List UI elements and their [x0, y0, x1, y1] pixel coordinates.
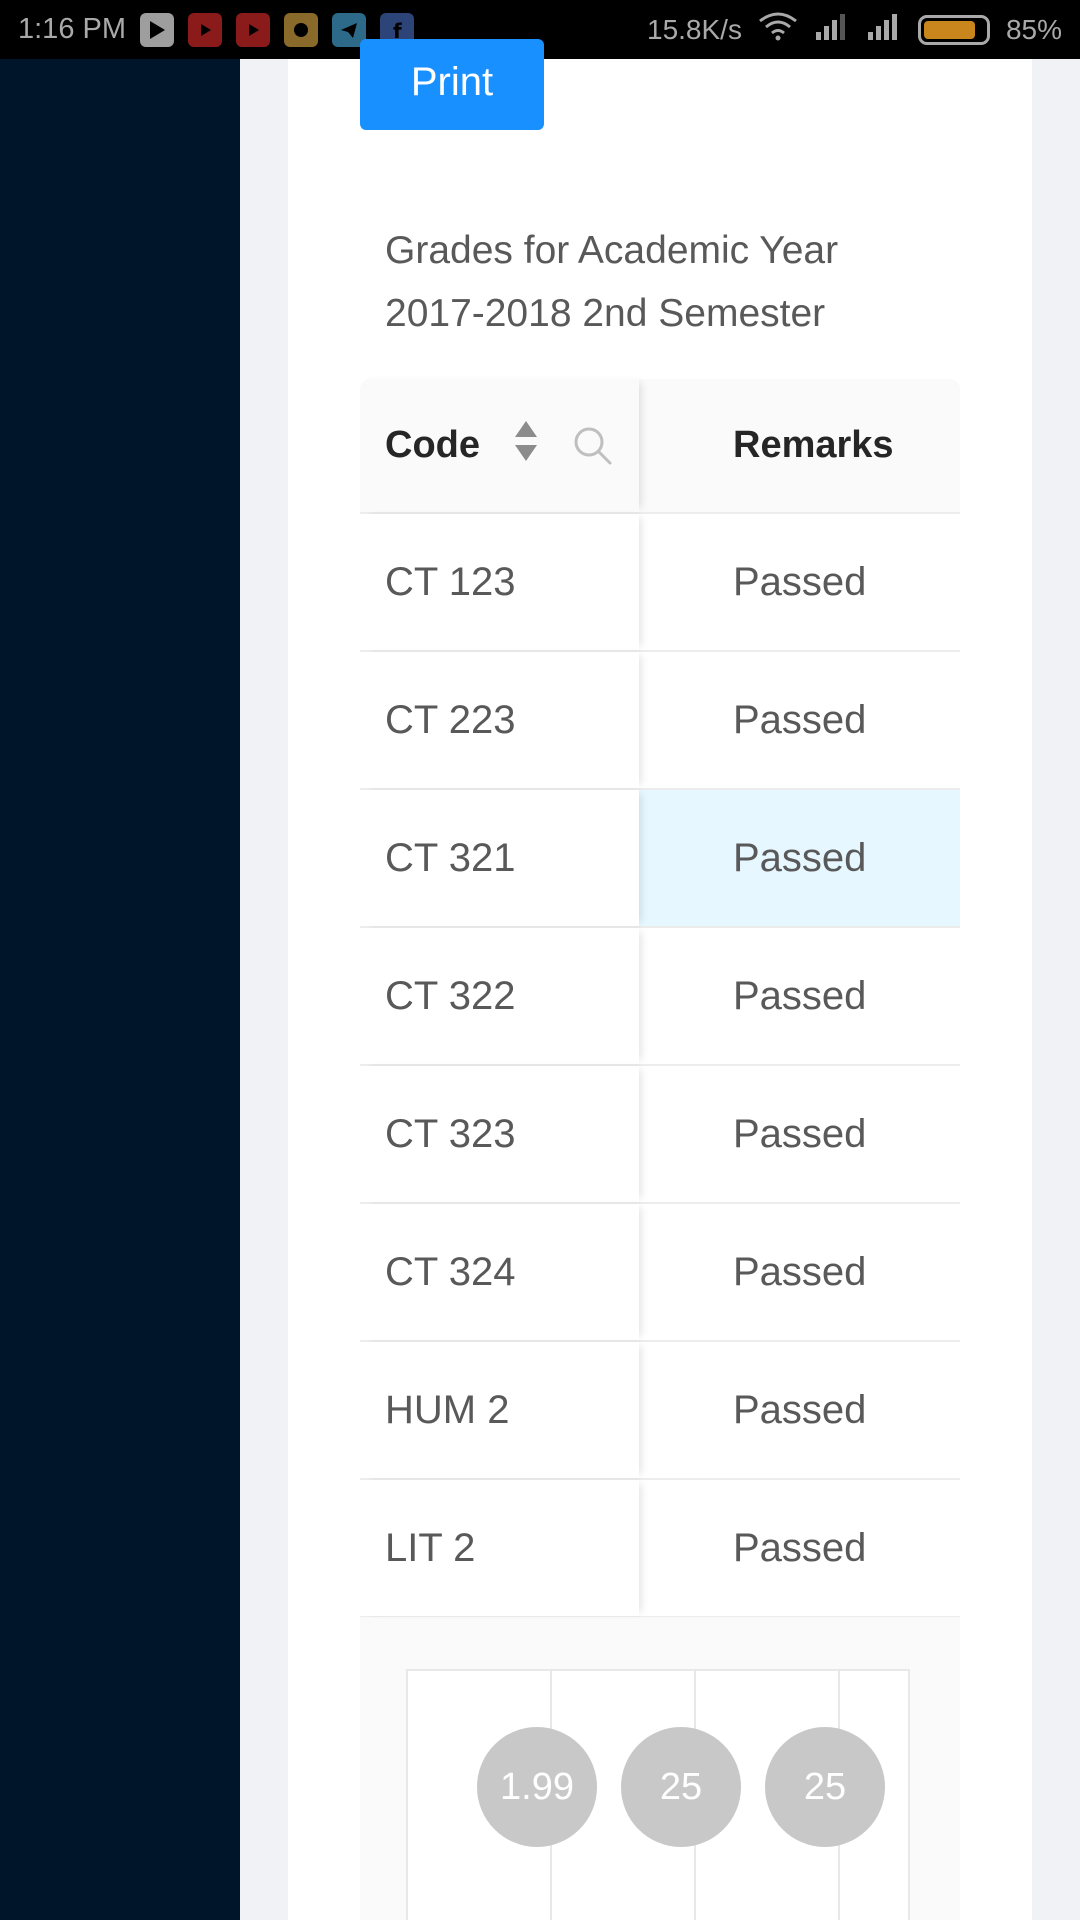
cell-remarks: Passed: [733, 1111, 867, 1156]
cell-code: HUM 2: [360, 1342, 639, 1478]
wifi-icon: [758, 11, 798, 48]
table-body: CT 123 Passed CT 223 Passed CT 321 Passed CT 3…: [360, 514, 960, 1618]
cell-remarks: Passed: [733, 559, 867, 604]
status-indicators: 15.8K/s 85%: [647, 11, 1062, 48]
cell-code: CT 323: [360, 1066, 639, 1202]
youtube-icon: [188, 12, 222, 47]
cell-remarks: Passed: [733, 1525, 867, 1570]
cell-code: LIT 2: [360, 1480, 639, 1616]
grades-table: Code Remarks CT 123 Passed CT 223 Passed…: [360, 379, 960, 1618]
page-title: Grades for Academic Year 2017-2018 2nd S…: [385, 229, 839, 335]
summary-value-badge: 25: [765, 1727, 885, 1847]
side-navigation: [0, 59, 240, 1920]
table-row[interactable]: CT 123 Passed: [360, 514, 960, 652]
cell-remarks: Passed: [733, 697, 867, 742]
signal-icon: [866, 12, 902, 47]
cell-code: CT 123: [360, 514, 639, 650]
table-row[interactable]: CT 223 Passed: [360, 652, 960, 790]
battery-icon: [917, 14, 990, 45]
summary-value-badge: 25: [621, 1727, 741, 1847]
status-time: 1:16 PM: [18, 13, 126, 45]
table-header: Code Remarks: [360, 379, 960, 514]
cell-remarks: Passed: [733, 973, 867, 1018]
print-button[interactable]: Print: [360, 39, 544, 130]
cell-code: CT 321: [360, 790, 639, 926]
play-store-icon: [140, 12, 174, 47]
column-label-remarks: Remarks: [733, 424, 894, 466]
table-row[interactable]: CT 321 Passed: [360, 790, 960, 928]
column-label-code: Code: [385, 424, 480, 466]
search-icon[interactable]: [572, 425, 614, 467]
battery-percent: 85%: [1005, 13, 1062, 45]
cell-code: CT 223: [360, 652, 639, 788]
table-row[interactable]: HUM 2 Passed: [360, 1342, 960, 1480]
page-gutter: [1032, 59, 1080, 1920]
cell-remarks: Passed: [733, 1387, 867, 1432]
cell-remarks: Passed: [733, 1249, 867, 1294]
table-row[interactable]: CT 323 Passed: [360, 1066, 960, 1204]
table-row[interactable]: CT 322 Passed: [360, 928, 960, 1066]
sort-icon[interactable]: [514, 419, 538, 463]
cell-remarks: Passed: [639, 790, 960, 926]
cell-code: CT 324: [360, 1204, 639, 1340]
column-header-code[interactable]: Code: [360, 379, 639, 512]
messenger-icon: [284, 12, 318, 47]
column-header-remarks: Remarks: [639, 379, 960, 512]
summary-value-badge: 1.99: [477, 1727, 597, 1847]
table-row[interactable]: LIT 2 Passed: [360, 1480, 960, 1618]
table-row[interactable]: CT 324 Passed: [360, 1204, 960, 1342]
network-speed: 15.8K/s: [647, 13, 742, 45]
cell-code: CT 322: [360, 928, 639, 1064]
youtube-icon: [236, 12, 270, 47]
signal-icon: [814, 12, 850, 47]
content-card: Print Grades for Academic Year 2017-2018…: [288, 39, 1032, 1920]
